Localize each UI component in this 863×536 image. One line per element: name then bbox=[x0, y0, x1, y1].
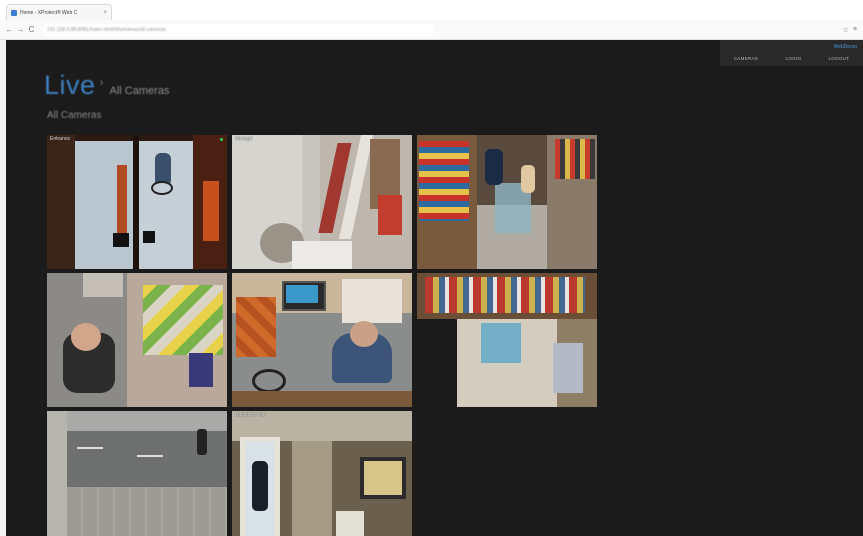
top-nav-items: CAMERAS LOGIN LOGOUT bbox=[720, 56, 863, 61]
browser-toolbar: ← → C 192.168.0.88:8081/index.html#/live… bbox=[0, 20, 863, 40]
camera-label: Storage bbox=[235, 136, 253, 142]
camera-tile[interactable] bbox=[47, 411, 227, 536]
browser-tab-strip: Home - XProtect® Web C × bbox=[0, 0, 863, 20]
browser-tab[interactable]: Home - XProtect® Web C × bbox=[6, 4, 112, 20]
camera-feed bbox=[47, 135, 227, 269]
address-bar-text: 192.168.0.88:8081/index.html#/live/views… bbox=[47, 26, 166, 33]
camera-label: Backdoor hall bbox=[235, 412, 266, 418]
breadcrumb-separator: › bbox=[99, 75, 104, 89]
nav-cameras[interactable]: CAMERAS bbox=[734, 56, 758, 61]
camera-feed bbox=[232, 135, 412, 269]
web-client: WebDemo CAMERAS LOGIN LOGOUT Live › All … bbox=[6, 40, 863, 536]
page-header: Live › All Cameras bbox=[44, 70, 169, 101]
camera-feed bbox=[417, 135, 597, 269]
bookmark-star-icon[interactable]: ☆ bbox=[843, 26, 849, 34]
browser-menu-icon[interactable]: ≡ bbox=[853, 26, 857, 34]
camera-tile[interactable]: Backdoor hall bbox=[232, 411, 412, 536]
view-label: All Cameras bbox=[47, 110, 102, 121]
address-bar[interactable]: 192.168.0.88:8081/index.html#/live/views… bbox=[43, 23, 433, 36]
camera-tile[interactable]: Storage bbox=[232, 135, 412, 269]
tab-close-icon[interactable]: × bbox=[103, 10, 107, 16]
page-title: Live bbox=[44, 70, 96, 100]
camera-feed bbox=[232, 273, 412, 407]
breadcrumb-view[interactable]: All Cameras bbox=[110, 85, 170, 97]
top-nav: WebDemo CAMERAS LOGIN LOGOUT bbox=[720, 40, 863, 66]
camera-tile[interactable] bbox=[47, 273, 227, 407]
nav-login[interactable]: LOGIN bbox=[786, 56, 802, 61]
reload-icon[interactable]: C bbox=[26, 25, 37, 34]
forward-icon[interactable]: → bbox=[15, 25, 26, 34]
camera-tile[interactable] bbox=[232, 273, 412, 407]
back-icon[interactable]: ← bbox=[4, 25, 15, 34]
camera-feed bbox=[417, 273, 597, 407]
camera-label: Entrance bbox=[50, 136, 71, 142]
camera-tile[interactable] bbox=[417, 273, 597, 407]
favicon-icon bbox=[11, 9, 17, 16]
user-link[interactable]: WebDemo bbox=[833, 44, 857, 50]
camera-tile[interactable]: Entrance bbox=[47, 135, 227, 269]
live-indicator-icon bbox=[220, 138, 223, 141]
nav-logout[interactable]: LOGOUT bbox=[828, 56, 849, 61]
tab-title: Home - XProtect® Web C bbox=[20, 9, 78, 16]
toolbar-right: ☆ ≡ bbox=[843, 26, 857, 34]
camera-feed bbox=[47, 411, 227, 536]
camera-tile[interactable] bbox=[417, 135, 597, 269]
camera-feed bbox=[47, 273, 227, 407]
camera-feed bbox=[232, 411, 412, 536]
